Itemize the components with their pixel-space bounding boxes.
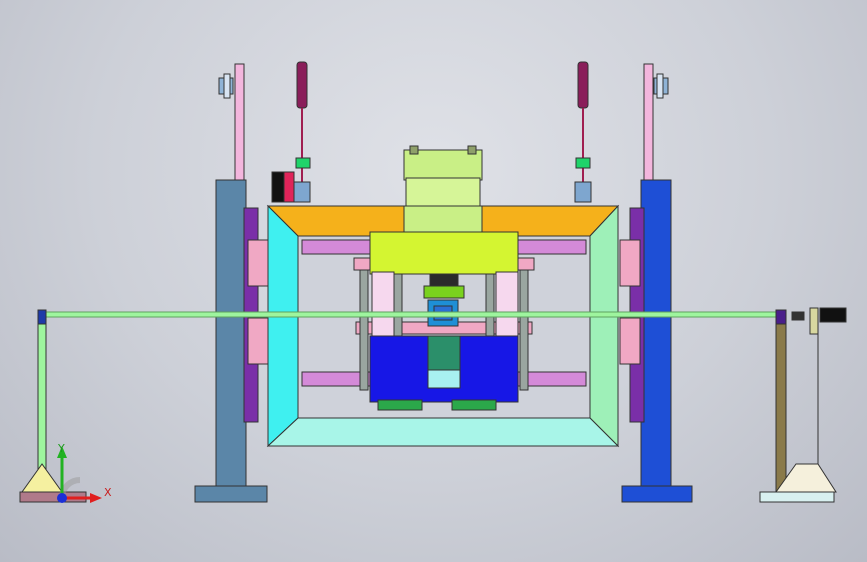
right-chain bbox=[574, 61, 592, 203]
left-stand bbox=[19, 309, 87, 503]
z-axis-dot bbox=[57, 493, 67, 503]
drive-motor bbox=[271, 171, 295, 203]
blue-block bbox=[369, 335, 519, 411]
x-axis-label: X bbox=[104, 486, 112, 499]
press-plate bbox=[369, 231, 519, 339]
machine-model: Y X bbox=[19, 61, 847, 503]
right-stand bbox=[759, 307, 847, 503]
x-axis-head bbox=[90, 493, 102, 503]
cad-viewport[interactable]: Y X bbox=[0, 0, 867, 562]
work-rod bbox=[45, 311, 779, 318]
left-chain bbox=[293, 61, 311, 203]
right-column bbox=[619, 179, 693, 503]
right-upper-post bbox=[643, 63, 669, 183]
y-axis-label: Y bbox=[57, 442, 65, 455]
left-column bbox=[194, 179, 269, 503]
hydraulic-cylinder bbox=[403, 145, 483, 237]
left-upper-post bbox=[218, 63, 245, 183]
